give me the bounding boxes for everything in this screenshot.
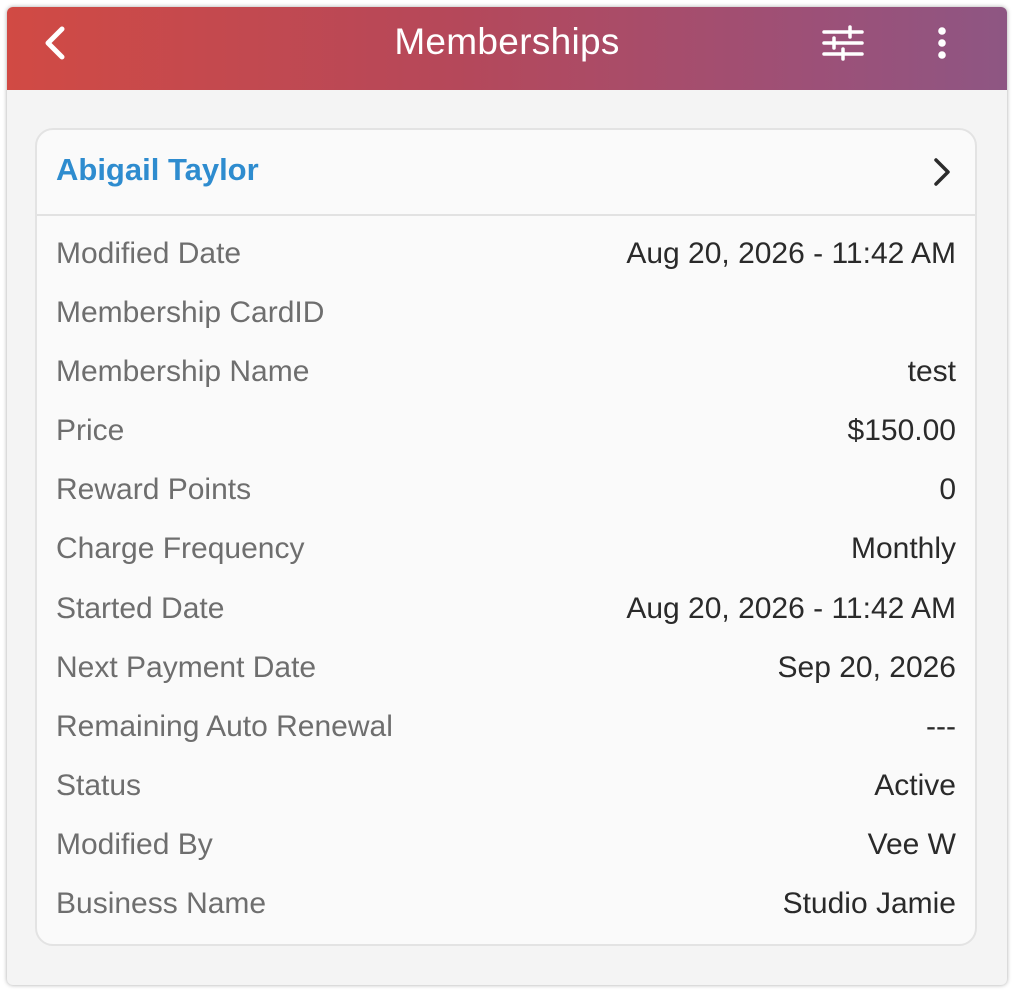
detail-label: Remaining Auto Renewal [56, 709, 393, 743]
detail-value: $150.00 [847, 414, 956, 448]
detail-row-reward-points: Reward Points 0 [56, 460, 956, 519]
page-title: Memberships [394, 21, 620, 62]
filter-button[interactable] [819, 21, 867, 65]
customer-row[interactable]: Abigail Taylor [37, 130, 975, 216]
detail-label: Started Date [56, 591, 225, 625]
detail-label: Membership Name [56, 355, 310, 389]
detail-value: 0 [939, 473, 956, 507]
detail-row-business-name: Business Name Studio Jamie [56, 874, 956, 933]
memberships-screen: Memberships Abigail Taylor Modified Date… [7, 7, 1007, 985]
membership-card: Abigail Taylor Modified Date Aug 20, 202… [35, 128, 977, 946]
detail-row-price: Price $150.00 [56, 401, 956, 460]
detail-row-membership-name: Membership Name test [56, 342, 956, 401]
back-button[interactable] [35, 21, 79, 65]
detail-label: Charge Frequency [56, 532, 305, 566]
detail-row-status: Status Active [56, 756, 956, 815]
detail-label: Business Name [56, 887, 267, 921]
detail-label: Status [56, 768, 142, 802]
detail-row-started-date: Started Date Aug 20, 2026 - 11:42 AM [56, 579, 956, 638]
app-bar: Memberships [7, 7, 1007, 90]
chevron-left-icon [45, 26, 65, 60]
detail-label: Membership CardID [56, 296, 325, 330]
detail-row-modified-date: Modified Date Aug 20, 2026 - 11:42 AM [56, 224, 956, 283]
detail-row-card-id: Membership CardID [56, 283, 956, 342]
detail-label: Next Payment Date [56, 650, 317, 684]
detail-value: Sep 20, 2026 [777, 650, 957, 684]
detail-row-charge-frequency: Charge Frequency Monthly [56, 519, 956, 578]
detail-label: Modified Date [56, 237, 242, 270]
detail-value: test [907, 355, 956, 389]
membership-details: Modified Date Aug 20, 2026 - 11:42 AM Me… [56, 224, 956, 933]
detail-row-next-payment-date: Next Payment Date Sep 20, 2026 [56, 638, 956, 697]
detail-value: Monthly [850, 532, 956, 566]
detail-value: Aug 20, 2026 - 11:42 AM [626, 237, 956, 270]
detail-row-modified-by: Modified By Vee W [56, 815, 956, 874]
customer-name[interactable]: Abigail Taylor [56, 150, 259, 190]
more-options-button[interactable] [927, 21, 957, 65]
chevron-right-icon [934, 158, 950, 186]
detail-value: Vee W [867, 827, 956, 861]
more-vertical-icon [938, 27, 946, 59]
detail-label: Modified By [56, 827, 213, 861]
detail-value: Active [874, 768, 956, 802]
detail-label: Reward Points [56, 473, 252, 507]
detail-label: Price [56, 414, 125, 448]
detail-value: Aug 20, 2026 - 11:42 AM [626, 591, 956, 625]
detail-value: Studio Jamie [782, 887, 956, 921]
sliders-icon [822, 25, 864, 61]
detail-row-remaining-auto-renewal: Remaining Auto Renewal --- [56, 697, 956, 756]
detail-value: --- [926, 709, 956, 743]
